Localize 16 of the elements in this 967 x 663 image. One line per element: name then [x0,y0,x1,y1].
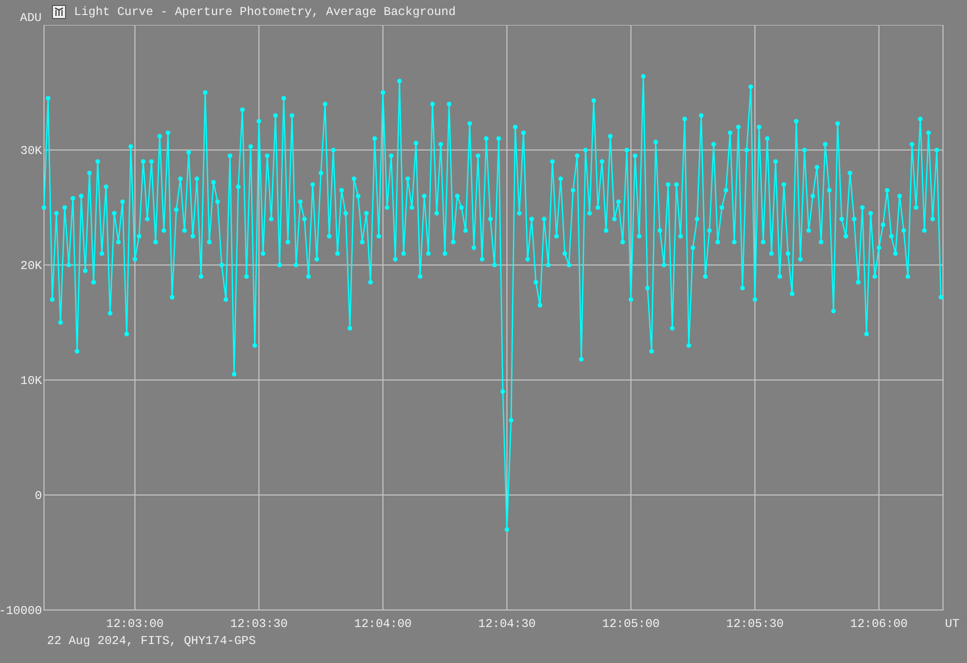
axis-tick-label: 12:04:30 [478,617,536,631]
axis-tick-label: 12:03:00 [106,617,164,631]
axis-tick-label: 12:03:30 [230,617,288,631]
window-title: Light Curve - Aperture Photometry, Average Background [74,4,456,20]
axis-title: ADU [20,10,43,26]
axis-title: UT [945,617,960,631]
footer-text: 22 Aug 2024, FITS, QHY174-GPS [47,634,256,648]
axis-tick-label: 12:05:30 [726,617,784,631]
axis-tick-label: 12:06:00 [850,617,908,631]
axis-tick-label: 12:04:00 [354,617,412,631]
axis-tick-label: 30K [20,144,42,158]
axis-tick-label: 12:05:00 [602,617,660,631]
axis-tick-label: 20K [20,259,42,273]
axis-tick-label: -10000 [0,604,42,618]
axis-tick-label: 10K [20,374,42,388]
axis-tick-label: 0 [34,489,42,503]
